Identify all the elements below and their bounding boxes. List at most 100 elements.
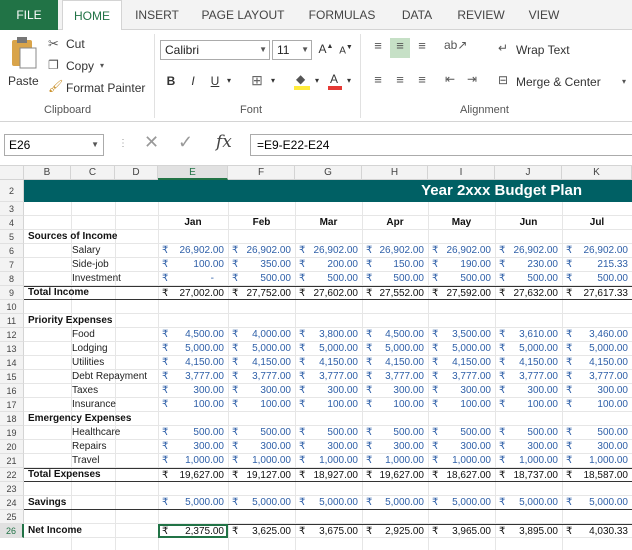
row-header-13[interactable]: 13 (0, 342, 24, 356)
format-painter-button[interactable]: 🖌 Format Painter (48, 78, 148, 98)
value-cell[interactable]: ₹3,625.00 (228, 524, 295, 538)
tab-page-layout[interactable]: PAGE LAYOUT (193, 0, 293, 30)
row-header-26[interactable]: 26 (0, 524, 24, 538)
row-header-14[interactable]: 14 (0, 356, 24, 370)
value-cell[interactable]: ₹1,000.00 (495, 454, 562, 468)
orientation-icon[interactable]: ab↗ (444, 38, 467, 58)
align-bottom-icon[interactable]: ≡ (412, 38, 432, 58)
month-header-mar[interactable]: Mar (295, 216, 362, 230)
column-header-d[interactable]: D (115, 166, 158, 180)
value-cell[interactable]: ₹500.00 (495, 426, 562, 440)
value-cell[interactable]: ₹19,627.00 (158, 468, 228, 482)
value-cell[interactable]: ₹500.00 (228, 272, 295, 286)
value-cell[interactable]: ₹27,592.00 (428, 286, 495, 300)
name-box[interactable]: E26 ▼ (4, 134, 104, 156)
column-header-j[interactable]: J (495, 166, 562, 180)
value-cell[interactable]: ₹3,777.00 (158, 370, 228, 384)
chevron-down-icon[interactable]: ▾ (344, 76, 354, 85)
value-cell[interactable]: ₹3,777.00 (495, 370, 562, 384)
item-label[interactable]: Utilities (72, 356, 104, 370)
value-cell[interactable]: ₹150.00 (362, 258, 428, 272)
month-header-apr[interactable]: Apr (362, 216, 428, 230)
value-cell[interactable]: ₹4,150.00 (228, 356, 295, 370)
row-header-22[interactable]: 22 (0, 468, 24, 482)
tab-file[interactable]: FILE (0, 0, 58, 30)
value-cell[interactable]: ₹300.00 (362, 440, 428, 454)
value-cell[interactable]: ₹4,500.00 (362, 328, 428, 342)
value-cell[interactable]: ₹300.00 (228, 440, 295, 454)
value-cell[interactable]: ₹500.00 (495, 272, 562, 286)
select-all-corner[interactable] (0, 166, 24, 180)
value-cell[interactable]: ₹3,895.00 (495, 524, 562, 538)
align-top-icon[interactable]: ≡ (368, 38, 388, 58)
value-cell[interactable]: ₹100.00 (428, 398, 495, 412)
tab-data[interactable]: DATA (389, 0, 445, 30)
value-cell[interactable]: ₹26,902.00 (228, 244, 295, 258)
month-header-jan[interactable]: Jan (158, 216, 228, 230)
value-cell[interactable]: ₹3,777.00 (295, 370, 362, 384)
month-header-jul[interactable]: Jul (562, 216, 632, 230)
column-header-b[interactable]: B (24, 166, 71, 180)
value-cell[interactable]: ₹1,000.00 (228, 454, 295, 468)
value-cell[interactable]: ₹500.00 (158, 426, 228, 440)
item-label[interactable]: Food (72, 328, 95, 342)
value-cell[interactable]: ₹4,150.00 (428, 356, 495, 370)
value-cell[interactable]: ₹300.00 (295, 440, 362, 454)
value-cell[interactable]: ₹4,150.00 (362, 356, 428, 370)
value-cell[interactable]: ₹4,000.00 (228, 328, 295, 342)
column-header-c[interactable]: C (71, 166, 115, 180)
value-cell[interactable]: ₹5,000.00 (228, 496, 295, 510)
italic-button[interactable]: I (186, 74, 200, 88)
row-header-12[interactable]: 12 (0, 328, 24, 342)
value-cell[interactable]: ₹100.00 (295, 398, 362, 412)
value-cell[interactable]: ₹300.00 (495, 384, 562, 398)
value-cell[interactable]: ₹500.00 (295, 272, 362, 286)
value-cell[interactable]: ₹500.00 (562, 272, 632, 286)
item-label[interactable]: Repairs (72, 440, 106, 454)
item-label[interactable]: Side-job (72, 258, 109, 272)
value-cell[interactable]: ₹500.00 (428, 272, 495, 286)
value-cell[interactable]: ₹4,030.33 (562, 524, 632, 538)
font-size-select[interactable]: 11 ▼ (272, 40, 312, 60)
item-label[interactable]: Debt Repayment (72, 370, 147, 384)
month-header-feb[interactable]: Feb (228, 216, 295, 230)
value-cell[interactable]: ₹300.00 (428, 440, 495, 454)
value-cell[interactable]: ₹500.00 (362, 272, 428, 286)
value-cell[interactable]: ₹18,927.00 (295, 468, 362, 482)
row-header-3[interactable]: 3 (0, 202, 24, 216)
value-cell[interactable]: ₹26,902.00 (158, 244, 228, 258)
value-cell[interactable]: ₹19,627.00 (362, 468, 428, 482)
merge-center-button[interactable]: ⊟ Merge & Center ▾ (498, 72, 632, 92)
value-cell[interactable]: ₹27,632.00 (495, 286, 562, 300)
chevron-down-icon[interactable]: ▾ (312, 76, 322, 85)
row-header-15[interactable]: 15 (0, 370, 24, 384)
copy-button[interactable]: ❐ Copy ▾ (48, 56, 108, 76)
borders-icon[interactable]: ⊞ (248, 72, 266, 89)
value-cell[interactable]: ₹500.00 (228, 426, 295, 440)
value-cell[interactable]: ₹26,902.00 (362, 244, 428, 258)
wrap-text-button[interactable]: ↵ Wrap Text (498, 40, 588, 60)
column-header-i[interactable]: I (428, 166, 495, 180)
value-cell[interactable]: ₹5,000.00 (495, 496, 562, 510)
chevron-down-icon[interactable]: ▾ (268, 76, 278, 85)
align-center-icon[interactable]: ≡ (390, 72, 410, 92)
value-cell[interactable]: ₹3,460.00 (562, 328, 632, 342)
item-label[interactable]: Insurance (72, 398, 116, 412)
value-cell[interactable]: ₹3,800.00 (295, 328, 362, 342)
value-cell[interactable]: ₹200.00 (295, 258, 362, 272)
row-header-10[interactable]: 10 (0, 300, 24, 314)
row-header-9[interactable]: 9 (0, 286, 24, 300)
item-label[interactable]: Investment (72, 272, 121, 286)
value-cell[interactable]: ₹ - (158, 272, 228, 286)
sheet-title[interactable]: Year 2xxx Budget Plan (24, 180, 632, 202)
row-header-20[interactable]: 20 (0, 440, 24, 454)
value-cell[interactable]: ₹4,150.00 (295, 356, 362, 370)
row-header-19[interactable]: 19 (0, 426, 24, 440)
value-cell[interactable]: ₹100.00 (495, 398, 562, 412)
row-header-23[interactable]: 23 (0, 482, 24, 496)
insert-function-icon[interactable]: fx (216, 132, 232, 152)
value-cell[interactable]: ₹1,000.00 (295, 454, 362, 468)
value-cell[interactable]: ₹5,000.00 (158, 342, 228, 356)
value-cell[interactable]: ₹3,777.00 (228, 370, 295, 384)
row-label[interactable]: Emergency Expenses (28, 412, 131, 426)
